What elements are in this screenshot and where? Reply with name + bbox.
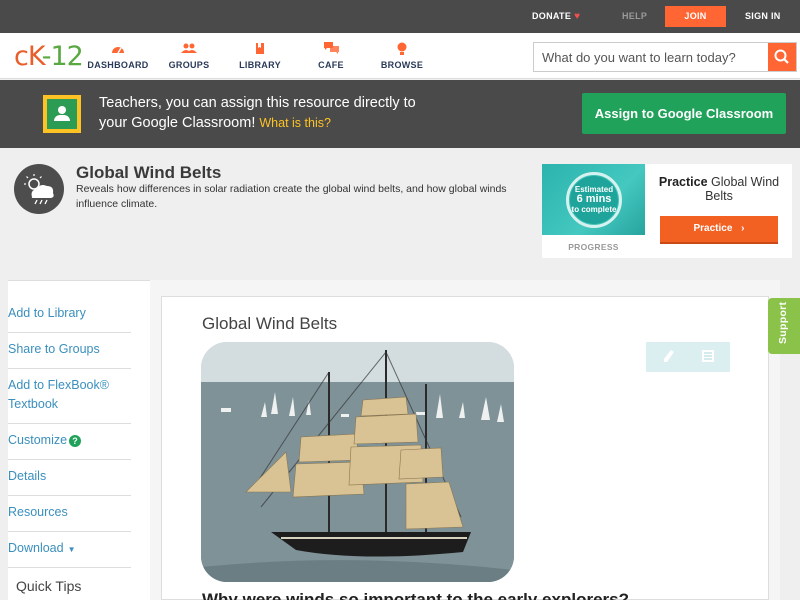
- ck12-logo[interactable]: cK-12: [14, 41, 84, 72]
- practice-thumbnail[interactable]: Estimated 6 mins to complete: [542, 164, 645, 235]
- concept-description: Reveals how differences in solar radiati…: [76, 183, 507, 210]
- sidebar-item-share-to-groups[interactable]: Share to Groups: [8, 340, 131, 369]
- search-input[interactable]: [534, 43, 770, 71]
- sidebar-item-resources[interactable]: Resources: [8, 503, 131, 532]
- quick-tips-heading: Quick Tips: [16, 578, 82, 594]
- nav-browse[interactable]: BROWSE: [367, 42, 437, 70]
- practice-heading-rest: Global Wind Belts: [705, 175, 780, 203]
- nav-library-label: LIBRARY: [239, 60, 281, 70]
- heart-icon: ♥: [574, 11, 581, 22]
- practice-heading-bold: Practice: [658, 175, 708, 189]
- support-tab[interactable]: Support: [768, 298, 800, 354]
- sidebar-item-add-to-library[interactable]: Add to Library: [8, 304, 131, 333]
- what-is-this-link[interactable]: What is this?: [259, 116, 331, 130]
- search-icon: [774, 49, 789, 64]
- library-icon: [225, 42, 295, 56]
- search-button[interactable]: [768, 43, 796, 71]
- article-tools: [646, 342, 730, 372]
- support-label: Support: [777, 301, 789, 344]
- sign-in-link[interactable]: SIGN IN: [745, 11, 781, 21]
- weather-cloud-icon: [14, 164, 64, 214]
- estimated-time-badge: Estimated 6 mins to complete: [570, 176, 618, 224]
- article-question: Why were winds so important to the early…: [202, 590, 629, 600]
- logo-ck: cK: [14, 41, 43, 72]
- pencil-icon[interactable]: [663, 349, 675, 363]
- browse-icon: [367, 42, 437, 56]
- banner-line2: your Google Classroom!: [99, 115, 256, 131]
- sidebar-item-add-to-flexbook[interactable]: Add to FlexBook® Textbook: [8, 376, 131, 424]
- groups-icon: [154, 42, 224, 56]
- help-icon[interactable]: ?: [69, 434, 82, 447]
- sidebar-item-download[interactable]: Download ▼: [8, 539, 131, 568]
- practice-card: Estimated 6 mins to complete PROGRESS Pr…: [542, 164, 792, 258]
- estimated-mins: 6 mins: [576, 193, 612, 205]
- donate-label: DONATE: [532, 11, 572, 21]
- help-link[interactable]: HELP: [622, 11, 647, 21]
- cafe-icon: [296, 42, 366, 56]
- banner-text: Teachers, you can assign this resource d…: [99, 93, 459, 133]
- caret-down-icon: ▼: [67, 545, 76, 554]
- article-title: Global Wind Belts: [202, 314, 338, 333]
- nav-cafe-label: CAFE: [318, 60, 344, 70]
- customize-label: Customize: [8, 433, 68, 447]
- download-label: Download: [8, 541, 64, 555]
- dashboard-icon: [83, 42, 153, 56]
- nav-dashboard[interactable]: DASHBOARD: [83, 42, 153, 70]
- nav-groups-label: GROUPS: [168, 60, 210, 70]
- practice-button[interactable]: Practice ›: [660, 216, 778, 244]
- practice-button-label: Practice: [693, 223, 733, 234]
- google-classroom-icon: [43, 95, 81, 133]
- main-nav: cK-12 DASHBOARD GROUPS LIBRARY CAFE BROW…: [0, 33, 800, 79]
- nav-browse-label: BROWSE: [380, 60, 424, 70]
- sidebar-item-details[interactable]: Details: [8, 467, 131, 496]
- concept-title: Global Wind Belts: [76, 163, 222, 182]
- progress-label: PROGRESS: [568, 242, 619, 252]
- search-box: [533, 42, 797, 72]
- banner-line1: Teachers, you can assign this resource d…: [99, 95, 416, 111]
- donate-link[interactable]: DONATE ♥: [532, 11, 580, 22]
- nav-library[interactable]: LIBRARY: [225, 42, 295, 70]
- nav-cafe[interactable]: CAFE: [296, 42, 366, 70]
- top-utility-bar: DONATE ♥ HELP JOIN SIGN IN: [0, 0, 800, 33]
- nav-dashboard-label: DASHBOARD: [87, 60, 149, 70]
- chevron-right-icon: ›: [741, 223, 745, 234]
- join-button[interactable]: JOIN: [665, 6, 726, 27]
- practice-heading: Practice Global Wind Belts: [652, 175, 786, 203]
- notes-icon[interactable]: [701, 349, 715, 363]
- logo-12: -12: [41, 41, 84, 72]
- tall-ship-photo: [201, 342, 514, 582]
- to-complete-label: to complete: [571, 205, 617, 214]
- nav-groups[interactable]: GROUPS: [154, 42, 224, 70]
- sidebar-item-customize[interactable]: Customize?: [8, 431, 131, 460]
- assign-google-classroom-button[interactable]: Assign to Google Classroom: [582, 93, 786, 134]
